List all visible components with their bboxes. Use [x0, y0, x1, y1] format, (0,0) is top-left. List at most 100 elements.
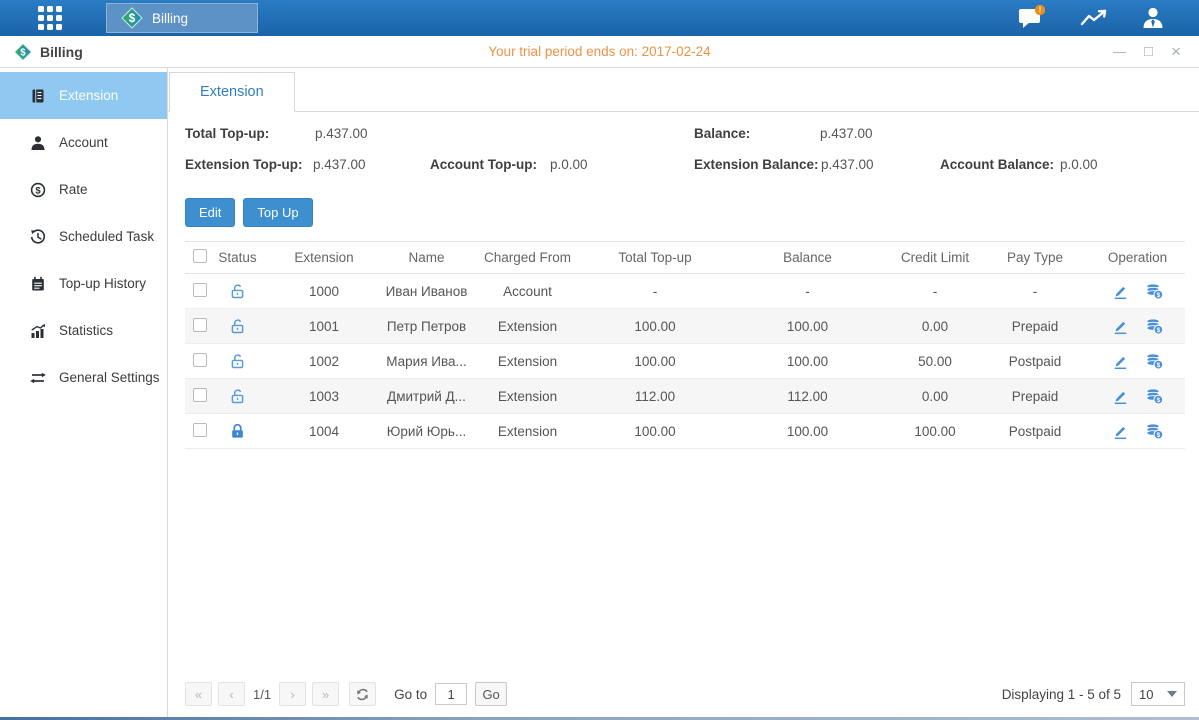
reports-chart-icon[interactable] [1080, 8, 1107, 28]
edit-pencil-icon[interactable] [1112, 318, 1129, 335]
cell-credit-limit: 0.00 [890, 309, 980, 344]
history-clock-icon [30, 229, 46, 245]
goto-page-input[interactable] [435, 683, 467, 705]
lock-open-icon[interactable] [229, 283, 246, 300]
sidebar-item-rate[interactable]: $ Rate [0, 166, 167, 213]
go-button[interactable]: Go [475, 682, 507, 706]
tab-extension[interactable]: Extension [169, 72, 295, 112]
minimize-icon[interactable]: — [1113, 45, 1126, 58]
user-account-icon[interactable] [1141, 6, 1165, 30]
lock-open-icon[interactable] [229, 318, 246, 335]
col-status: Status [210, 242, 265, 274]
apps-grid-icon[interactable] [38, 6, 62, 30]
sidebar-item-label: Account [59, 135, 108, 150]
topbar-billing-tab[interactable]: $ Billing [106, 3, 258, 33]
page-size-select[interactable]: 10 [1131, 682, 1185, 706]
pagination-bar: « ‹ 1/1 › » Go to Go Displaying [185, 679, 1185, 709]
col-operation: Operation [1090, 242, 1185, 274]
trial-notice: Your trial period ends on: 2017-02-24 [0, 44, 1199, 59]
top-up-button[interactable]: Top Up [243, 198, 312, 227]
sidebar: Extension Account $ Rate [0, 68, 168, 717]
top-app-bar: $ Billing ! [0, 0, 1199, 36]
billing-diamond-icon: $ [121, 7, 143, 29]
cell-name: Юрий Юрь... [383, 414, 470, 449]
cell-credit-limit: - [890, 274, 980, 309]
lock-closed-icon[interactable] [229, 423, 246, 440]
balance-value: p.437.00 [820, 126, 873, 141]
edit-pencil-icon[interactable] [1112, 388, 1129, 405]
sidebar-item-scheduled-task[interactable]: Scheduled Task [0, 213, 167, 260]
top-up-coins-icon[interactable]: $ [1145, 353, 1164, 370]
top-up-coins-icon[interactable]: $ [1145, 318, 1164, 335]
row-checkbox[interactable] [193, 353, 207, 367]
row-checkbox[interactable] [193, 318, 207, 332]
summary-section: Total Top-up: p.437.00 Balance: p.437.00… [185, 126, 1185, 188]
prev-page-button[interactable]: ‹ [218, 682, 245, 706]
cell-balance: 100.00 [725, 309, 890, 344]
cell-name: Мария Ива... [383, 344, 470, 379]
cell-name: Дмитрий Д... [383, 379, 470, 414]
account-topup-value: p.0.00 [550, 157, 588, 172]
select-all-checkbox[interactable] [193, 249, 207, 263]
lock-open-icon[interactable] [229, 388, 246, 405]
edit-pencil-icon[interactable] [1112, 283, 1129, 300]
table-row: 1003Дмитрий Д...Extension112.00112.000.0… [185, 379, 1185, 414]
table-row: 1000Иван ИвановAccount----$ [185, 274, 1185, 309]
toolbar: Edit Top Up [185, 198, 1185, 227]
sidebar-item-topup-history[interactable]: Top-up History [0, 260, 167, 307]
notifications-chat-icon[interactable]: ! [1018, 5, 1046, 31]
refresh-icon[interactable] [349, 682, 376, 706]
cell-extension: 1000 [265, 274, 383, 309]
edit-pencil-icon[interactable] [1112, 353, 1129, 370]
col-charged-from: Charged From [470, 242, 585, 274]
cell-balance: 100.00 [725, 344, 890, 379]
cell-extension: 1001 [265, 309, 383, 344]
tab-label: Extension [200, 84, 264, 100]
close-icon[interactable]: × [1171, 43, 1181, 60]
top-up-coins-icon[interactable]: $ [1145, 283, 1164, 300]
svg-text:$: $ [1156, 432, 1160, 439]
cell-name: Петр Петров [383, 309, 470, 344]
edit-pencil-icon[interactable] [1112, 423, 1129, 440]
top-up-coins-icon[interactable]: $ [1145, 423, 1164, 440]
sidebar-item-statistics[interactable]: Statistics [0, 307, 167, 354]
cell-total-topup: 100.00 [585, 344, 725, 379]
row-checkbox[interactable] [193, 283, 207, 297]
topbar-tab-label: Billing [152, 11, 188, 26]
cell-extension: 1004 [265, 414, 383, 449]
sidebar-item-account[interactable]: Account [0, 119, 167, 166]
maximize-icon[interactable]: □ [1144, 44, 1153, 59]
sidebar-item-extension[interactable]: Extension [0, 72, 167, 119]
app-window: $ Billing ! [0, 0, 1199, 720]
last-page-button[interactable]: » [312, 682, 339, 706]
window-title: Billing [40, 44, 83, 60]
col-name: Name [383, 242, 470, 274]
cell-balance: 112.00 [725, 379, 890, 414]
person-icon [30, 135, 46, 151]
account-balance-value: p.0.00 [1060, 157, 1098, 172]
edit-button[interactable]: Edit [185, 198, 235, 227]
svg-text:$: $ [35, 185, 41, 196]
svg-text:$: $ [20, 47, 26, 58]
chevron-down-icon [1167, 691, 1177, 697]
sidebar-item-label: General Settings [59, 370, 160, 385]
account-topup-label: Account Top-up: [430, 157, 537, 172]
sidebar-item-general-settings[interactable]: General Settings [0, 354, 167, 401]
cell-total-topup: 100.00 [585, 414, 725, 449]
col-credit-limit: Credit Limit [890, 242, 980, 274]
row-checkbox[interactable] [193, 388, 207, 402]
cell-pay-type: Prepaid [980, 309, 1090, 344]
cell-total-topup: 112.00 [585, 379, 725, 414]
next-page-button[interactable]: › [279, 682, 306, 706]
cell-charged-from: Extension [470, 344, 585, 379]
extension-topup-value: p.437.00 [313, 157, 366, 172]
row-checkbox[interactable] [193, 423, 207, 437]
col-balance: Balance [725, 242, 890, 274]
top-up-coins-icon[interactable]: $ [1145, 388, 1164, 405]
extension-balance-value: p.437.00 [821, 157, 874, 172]
col-total-topup: Total Top-up [585, 242, 725, 274]
first-page-button[interactable]: « [185, 682, 212, 706]
lock-open-icon[interactable] [229, 353, 246, 370]
total-topup-value: p.437.00 [315, 126, 368, 141]
cell-extension: 1002 [265, 344, 383, 379]
